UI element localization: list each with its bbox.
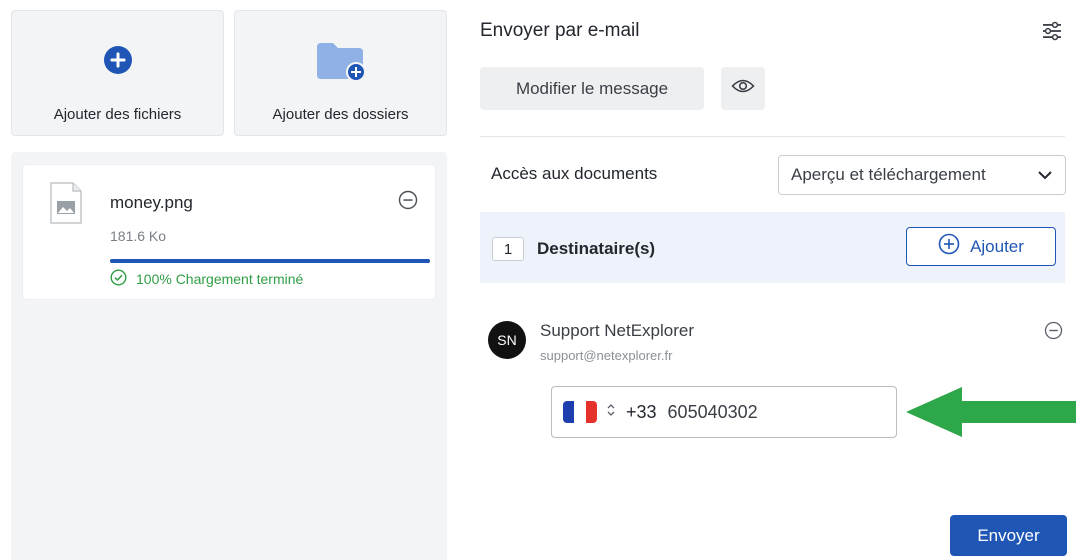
send-email-panel: Envoyer par e-mail Modifier le message A… — [480, 0, 1083, 560]
sliders-icon[interactable] — [1041, 20, 1063, 47]
upload-panel: Ajouter des fichiers Ajouter des dossier… — [0, 0, 455, 560]
upload-progress-fill — [110, 259, 430, 263]
phone-number: 605040302 — [667, 401, 758, 422]
upload-status-text: 100% Chargement terminé — [136, 271, 304, 287]
file-size: 181.6 Ko — [110, 228, 167, 244]
add-recipient-label: Ajouter — [970, 236, 1024, 256]
image-file-icon — [49, 181, 83, 230]
file-list: money.png 181.6 Ko 100% Chargement termi… — [11, 152, 447, 560]
panel-title: Envoyer par e-mail — [480, 20, 640, 41]
upload-progress-bar — [110, 259, 430, 263]
phone-country-code: +33 — [626, 401, 657, 422]
remove-recipient-icon[interactable] — [1044, 321, 1063, 345]
access-select[interactable]: Aperçu et téléchargement — [778, 155, 1066, 195]
add-files-label: Ajouter des fichiers — [53, 106, 182, 123]
recipient-count-badge: 1 — [492, 237, 524, 261]
file-name: money.png — [110, 193, 193, 212]
check-circle-icon — [110, 269, 127, 289]
plus-circle-icon — [103, 45, 133, 80]
upload-status: 100% Chargement terminé — [110, 269, 303, 289]
add-files-tile[interactable]: Ajouter des fichiers — [11, 10, 224, 136]
avatar: SN — [488, 321, 526, 359]
recipients-label: Destinataire(s) — [537, 239, 656, 258]
chevron-down-icon — [1037, 165, 1053, 185]
edit-message-button[interactable]: Modifier le message — [480, 67, 704, 110]
folder-add-icon — [315, 41, 367, 86]
add-recipient-button[interactable]: Ajouter — [906, 227, 1056, 266]
send-button[interactable]: Envoyer — [950, 515, 1067, 556]
eye-icon — [731, 78, 755, 99]
france-flag-icon[interactable] — [563, 401, 597, 423]
file-item: money.png 181.6 Ko 100% Chargement termi… — [22, 164, 436, 300]
recipients-header: 1 Destinataire(s) Ajouter — [480, 212, 1065, 283]
minus-circle-icon[interactable] — [398, 190, 418, 215]
phone-input[interactable]: +33 605040302 — [551, 386, 897, 438]
recipient-email: support@netexplorer.fr — [540, 348, 673, 363]
access-label: Accès aux documents — [491, 164, 658, 183]
preview-button[interactable] — [721, 67, 765, 110]
recipient-name: Support NetExplorer — [540, 321, 695, 340]
add-folders-label: Ajouter des dossiers — [272, 106, 409, 123]
annotation-arrow-icon — [900, 385, 1078, 444]
divider — [480, 136, 1065, 137]
country-stepper-icon[interactable] — [606, 402, 616, 423]
add-folders-tile[interactable]: Ajouter des dossiers — [234, 10, 447, 136]
access-select-value: Aperçu et téléchargement — [791, 165, 986, 184]
plus-circle-outline-icon — [938, 233, 960, 260]
